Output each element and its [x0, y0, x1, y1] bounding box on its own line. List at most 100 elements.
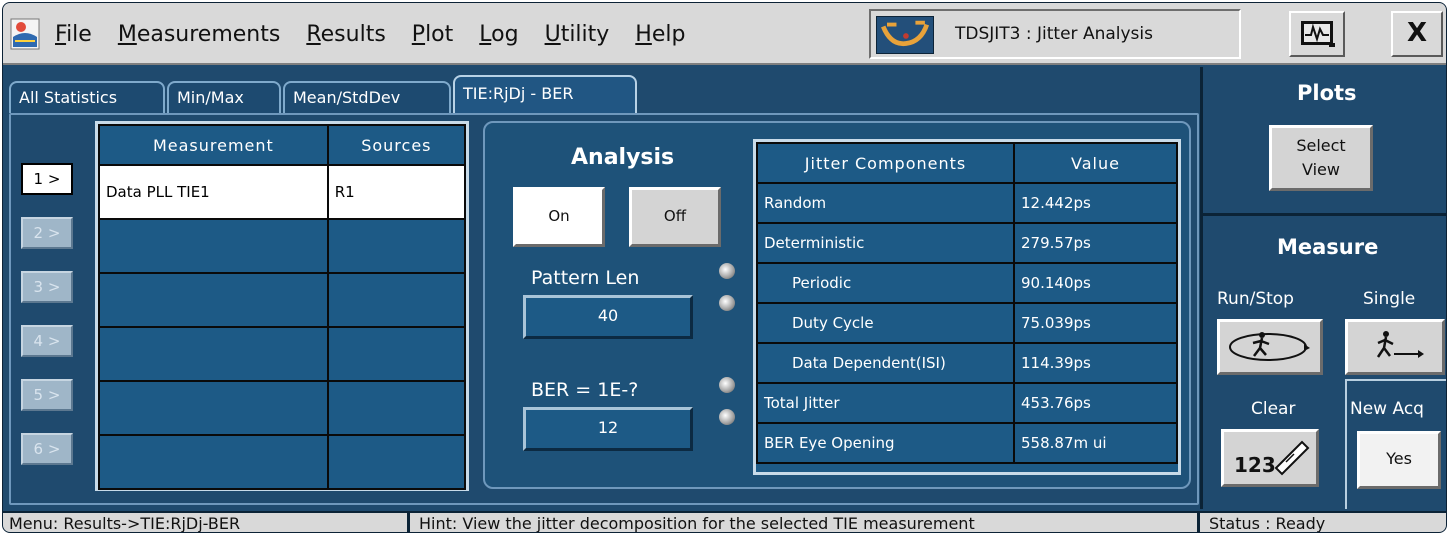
jitter-component-value: 90.140ps: [1013, 262, 1178, 304]
column-header-value: Value: [1013, 142, 1178, 184]
select-view-label-line2: View: [1302, 160, 1340, 179]
menu-mnemonic: R: [306, 21, 321, 47]
menu-mnemonic: P: [411, 21, 426, 47]
tab-tie-rjdj-ber[interactable]: TIE:RjDj - BER: [453, 75, 637, 115]
right-control-panel: Plots Select View Measure Run/Stop Singl…: [1200, 67, 1446, 509]
table-header-row: Measurement Sources: [98, 124, 467, 166]
close-button[interactable]: X: [1391, 11, 1443, 57]
slot-button-2[interactable]: 2 >: [21, 217, 73, 249]
jitter-component-value: 12.442ps: [1013, 182, 1178, 224]
ber-field[interactable]: 12: [523, 407, 693, 451]
knob-indicator-icon: [719, 263, 735, 279]
table-row[interactable]: [98, 380, 467, 436]
select-view-label-line1: Select: [1296, 136, 1346, 155]
analysis-title: Analysis: [571, 145, 675, 170]
tektronix-logo-icon: [876, 16, 934, 54]
slot-button-4[interactable]: 4 >: [21, 325, 73, 357]
ber-label: BER = 1E-?: [531, 379, 639, 401]
slot-button-6[interactable]: 6 >: [21, 433, 73, 465]
menu-help[interactable]: Help: [635, 22, 685, 47]
pattern-len-field[interactable]: 40: [523, 295, 693, 339]
table-row: Data Dependent(ISI) 114.39ps: [755, 342, 1178, 384]
source-cell: [326, 326, 467, 382]
table-row: BER Eye Opening 558.87m ui: [755, 422, 1178, 464]
analysis-panel: Analysis On Off Pattern Len 40 BER = 1E-…: [483, 121, 1191, 489]
menu-mnemonic: U: [544, 21, 561, 47]
pattern-len-label: Pattern Len: [531, 267, 640, 289]
jitter-component-name: Duty Cycle: [755, 302, 1016, 344]
jitter-component-value: 279.57ps: [1013, 222, 1178, 264]
new-acq-yes-button[interactable]: Yes: [1357, 431, 1441, 489]
slot-button-3[interactable]: 3 >: [21, 271, 73, 303]
table-row[interactable]: [98, 326, 467, 382]
jitter-component-name: Total Jitter: [755, 382, 1016, 424]
source-cell: R1: [326, 164, 467, 220]
measurement-cell: [98, 326, 329, 382]
menu-label-rest: og: [491, 21, 519, 47]
single-button[interactable]: [1345, 319, 1445, 375]
hint-text: Hint: View the jitter decomposition for …: [419, 514, 975, 533]
tab-mean-stddev[interactable]: Mean/StdDev: [283, 81, 451, 113]
table-row[interactable]: [98, 434, 467, 490]
jitter-component-name: Random: [755, 182, 1016, 224]
clear-counter-icon: 123: [1234, 440, 1310, 477]
analysis-off-button[interactable]: Off: [629, 187, 721, 247]
run-stop-button[interactable]: [1217, 319, 1323, 375]
jitter-components-table: Jitter Components Value Random 12.442ps De…: [755, 142, 1178, 464]
menu-log[interactable]: Log: [479, 22, 518, 47]
menu-bar: File Measurements Results Plot Log Utility Hel…: [3, 3, 1446, 65]
menu-utility[interactable]: Utility: [545, 22, 610, 47]
waveform-icon: [1301, 21, 1335, 47]
status-text: Status : Ready: [1209, 514, 1326, 533]
tab-all-statistics[interactable]: All Statistics: [9, 81, 165, 113]
jitter-component-value: 75.039ps: [1013, 302, 1178, 344]
knob-indicator-icon: [719, 295, 735, 311]
menu-path-text: Menu: Results->TIE:RjDj-BER: [9, 514, 241, 533]
window-title: TDSJIT3 : Jitter Analysis: [955, 24, 1153, 44]
menu-label-rest: tility: [560, 21, 610, 47]
table-row: Random 12.442ps: [755, 182, 1178, 224]
tab-min-max[interactable]: Min/Max: [167, 81, 281, 113]
table-row[interactable]: Data PLL TIE1 R1: [98, 164, 467, 220]
jitter-component-name: Deterministic: [755, 222, 1016, 264]
menu-mnemonic: F: [55, 21, 67, 47]
table-row[interactable]: [98, 218, 467, 274]
new-acq-label: New Acq: [1350, 399, 1424, 419]
column-header-measurement: Measurement: [98, 124, 329, 166]
scope-view-button[interactable]: [1289, 11, 1345, 57]
run-stop-label: Run/Stop: [1217, 289, 1294, 309]
menu-results[interactable]: Results: [306, 22, 385, 47]
menu-items: File Measurements Results Plot Log Utility Hel…: [55, 3, 711, 65]
menu-plot[interactable]: Plot: [412, 22, 453, 47]
source-cell: [326, 218, 467, 274]
app-logo-icon[interactable]: [9, 17, 41, 51]
source-cell: [326, 434, 467, 490]
slot-button-1[interactable]: 1 >: [21, 163, 73, 195]
slot-button-5[interactable]: 5 >: [21, 379, 73, 411]
knob-indicator-icon: [719, 377, 735, 393]
table-row: Deterministic 279.57ps: [755, 222, 1178, 264]
analysis-on-button[interactable]: On: [513, 187, 605, 247]
measurement-cell: [98, 434, 329, 490]
clear-button[interactable]: 123: [1221, 429, 1319, 487]
measurement-table-frame: Measurement Sources Data PLL TIE1 R1: [95, 121, 469, 491]
menu-mnemonic: H: [635, 21, 652, 47]
plots-title: Plots: [1297, 81, 1357, 105]
table-header-row: Jitter Components Value: [755, 142, 1178, 184]
measurement-cell: [98, 218, 329, 274]
tab-content: 1 > 2 > 3 > 4 > 5 > 6 > Measurement Sources D…: [9, 113, 1199, 505]
column-header-jitter-components: Jitter Components: [755, 142, 1016, 184]
status-bar: Menu: Results->TIE:RjDj-BER Hint: View t…: [3, 511, 1446, 533]
table-row[interactable]: [98, 272, 467, 328]
menu-label-rest: esults: [320, 21, 386, 47]
jitter-component-name: Periodic: [755, 262, 1016, 304]
menu-file[interactable]: File: [55, 22, 92, 47]
measurement-table: Measurement Sources Data PLL TIE1 R1: [98, 124, 467, 490]
status-divider: [1197, 513, 1200, 532]
menu-measurements[interactable]: Measurements: [118, 22, 281, 47]
select-view-button[interactable]: Select View: [1269, 125, 1373, 191]
section-divider: [1203, 213, 1446, 216]
jitter-table-frame: Jitter Components Value Random 12.442ps De…: [753, 139, 1181, 475]
status-divider: [407, 513, 410, 532]
menu-label-rest: easurements: [136, 21, 281, 47]
